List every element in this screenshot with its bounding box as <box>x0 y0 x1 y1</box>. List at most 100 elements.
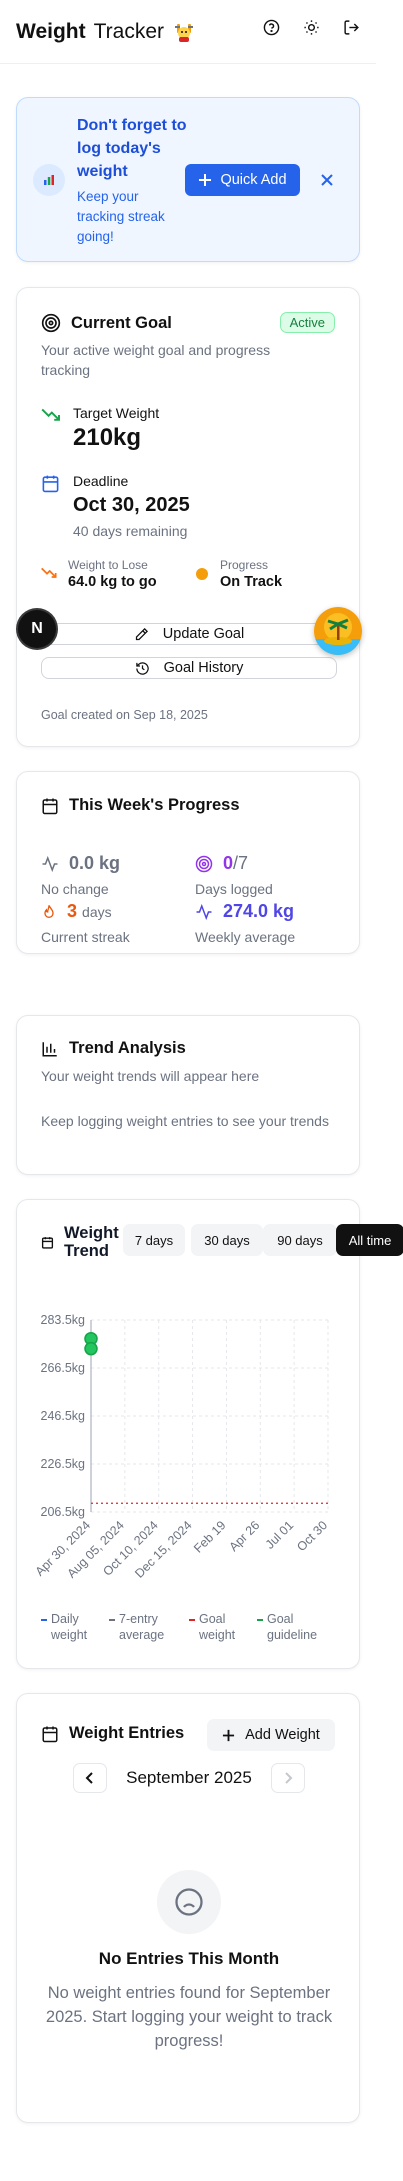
legend-goal-label: Goal weight <box>199 1612 236 1642</box>
legend-goal-weight: Goal weight <box>189 1611 239 1643</box>
x-tick-label: Apr 26 <box>226 1518 262 1554</box>
legend-swatch-average <box>109 1619 115 1621</box>
days-remaining: 40 days remaining <box>73 523 188 539</box>
logout-icon[interactable] <box>342 18 360 36</box>
weekly-title-text: This Week's Progress <box>69 796 240 814</box>
days-logged-stat: 0/7 <box>195 853 248 874</box>
legend-average-label: 7-entry average <box>119 1612 165 1642</box>
goal-created-date: Goal created on Sep 18, 2025 <box>41 708 208 722</box>
range-all-time-button[interactable]: All time <box>336 1224 403 1256</box>
trending-down-orange-icon <box>41 566 57 584</box>
trend-title: Trend Analysis <box>41 1039 186 1058</box>
flame-icon <box>44 904 54 918</box>
y-tick-label: 226.5kg <box>41 1457 86 1471</box>
month-navigator: September 2025 <box>73 1762 305 1794</box>
goal-title: Current Goal <box>41 313 172 333</box>
close-icon[interactable] <box>315 168 339 192</box>
quick-add-button[interactable]: Quick Add <box>185 164 300 196</box>
range-7-days-button[interactable]: 7 days <box>123 1224 185 1256</box>
add-weight-label: Add Weight <box>245 1727 320 1743</box>
goal-history-button[interactable]: Goal History <box>41 657 337 679</box>
target-purple-icon <box>195 855 213 872</box>
legend-daily-label: Daily weight <box>51 1612 88 1642</box>
weekly-average-stat: 274.0 kg <box>195 901 294 922</box>
update-goal-label: Update Goal <box>162 626 245 642</box>
weekly-average-value: 274.0 kg <box>223 901 295 921</box>
progress-value: On Track <box>220 574 283 590</box>
streak-value: 3 <box>67 901 78 921</box>
y-tick-label: 206.5kg <box>41 1505 86 1519</box>
weekly-change-value: 0.0 kg <box>69 853 121 873</box>
weekly-progress-card: This Week's Progress 0.0 kg No change 0/… <box>16 771 360 954</box>
log-reminder-banner: Don't forget to log today's weight Keep … <box>16 97 360 262</box>
calendar-icon <box>42 798 58 814</box>
entries-title-text: Weight Entries <box>69 1724 185 1742</box>
chevron-right-icon <box>285 1772 293 1784</box>
weekly-change-label: No change <box>41 881 109 897</box>
calendar-icon <box>42 1726 58 1742</box>
chart-title: Weight Trend <box>41 1224 124 1260</box>
deadline-label: Deadline <box>73 473 129 489</box>
plus-icon <box>223 1729 235 1741</box>
days-logged-label: Days logged <box>195 881 273 897</box>
range-90-days-button[interactable]: 90 days <box>263 1224 337 1256</box>
status-badge: Active <box>279 312 335 333</box>
legend-swatch-daily <box>41 1619 47 1621</box>
daily-weight-point <box>84 1341 98 1356</box>
help-icon[interactable] <box>262 18 280 36</box>
trend-subtitle: Your weight trends will appear here <box>41 1068 260 1084</box>
target-weight-label: Target Weight <box>73 405 160 421</box>
dev-tools-letter: N <box>31 620 43 637</box>
range-30-days-button[interactable]: 30 days <box>191 1224 263 1256</box>
reminder-subtitle: Keep your tracking streak going! <box>77 189 165 244</box>
history-icon <box>135 661 149 675</box>
weight-trend-chart: 283.5kg266.5kg246.5kg226.5kg206.5kgApr 3… <box>33 1313 331 1581</box>
avatar[interactable] <box>314 607 362 655</box>
next-month-button[interactable] <box>270 1763 305 1793</box>
dev-tools-badge[interactable]: N <box>18 610 56 648</box>
target-weight-value: 210kg <box>73 424 142 451</box>
calendar-icon <box>41 474 60 498</box>
app-title-thin: Tracker <box>93 19 165 43</box>
goal-title-text: Current Goal <box>71 313 172 332</box>
weight-trend-card: Weight Trend 7 days 30 days 90 days All … <box>16 1199 403 1669</box>
legend-guideline-label: Goal guideline <box>267 1612 318 1642</box>
deadline-value: Oct 30, 2025 <box>73 494 190 516</box>
x-tick-label: Oct 30 <box>294 1518 330 1554</box>
trend-message: Keep logging weight entries to see your … <box>41 1113 329 1129</box>
legend-7-entry-average: 7-entry average <box>109 1611 171 1643</box>
weekly-average-label: Weekly average <box>195 929 296 945</box>
reminder-title: Don't forget to log today's weight <box>77 117 187 180</box>
y-tick-label: 266.5kg <box>41 1361 86 1375</box>
app-header: Weight Tracker <box>0 0 376 64</box>
chart-title-text: Weight Trend <box>64 1224 119 1260</box>
chart-bars-icon <box>33 164 65 196</box>
weight-entries-card: Weight Entries Add Weight September 2025… <box>16 1693 360 2123</box>
sad-face-icon <box>157 1870 221 1934</box>
activity-blue-icon <box>196 903 212 920</box>
goal-description: Your active weight goal and progress tra… <box>41 342 271 378</box>
empty-state-title: No Entries This Month <box>98 1949 280 1968</box>
app-logo[interactable]: Weight Tracker <box>16 20 196 44</box>
days-logged-total: /7 <box>233 853 249 873</box>
y-tick-label: 283.5kg <box>41 1313 86 1327</box>
weight-to-lose-label: Weight to Lose <box>68 558 148 572</box>
quick-add-label: Quick Add <box>220 172 287 188</box>
prev-month-button[interactable] <box>73 1763 107 1793</box>
streak-stat: 3 days <box>41 901 112 922</box>
streak-label: Current streak <box>41 929 130 945</box>
days-logged-value: 0 <box>223 853 234 873</box>
update-goal-button[interactable]: Update Goal <box>41 623 337 645</box>
legend-daily-weight: Daily weight <box>41 1611 91 1643</box>
trend-title-text: Trend Analysis <box>69 1039 186 1057</box>
current-goal-card: Current Goal Active Your active weight g… <box>16 287 360 747</box>
add-weight-button[interactable]: Add Weight <box>207 1719 335 1751</box>
goal-history-label: Goal History <box>163 660 244 676</box>
weekly-change-stat: 0.0 kg <box>41 853 120 874</box>
sun-icon[interactable] <box>302 18 320 36</box>
streak-unit: days <box>82 904 112 920</box>
trend-analysis-card: Trend Analysis Your weight trends will a… <box>16 1015 360 1175</box>
current-month-label: September 2025 <box>126 1768 252 1787</box>
x-tick-label: Feb 19 <box>191 1518 228 1555</box>
progress-label: Progress <box>220 558 269 572</box>
